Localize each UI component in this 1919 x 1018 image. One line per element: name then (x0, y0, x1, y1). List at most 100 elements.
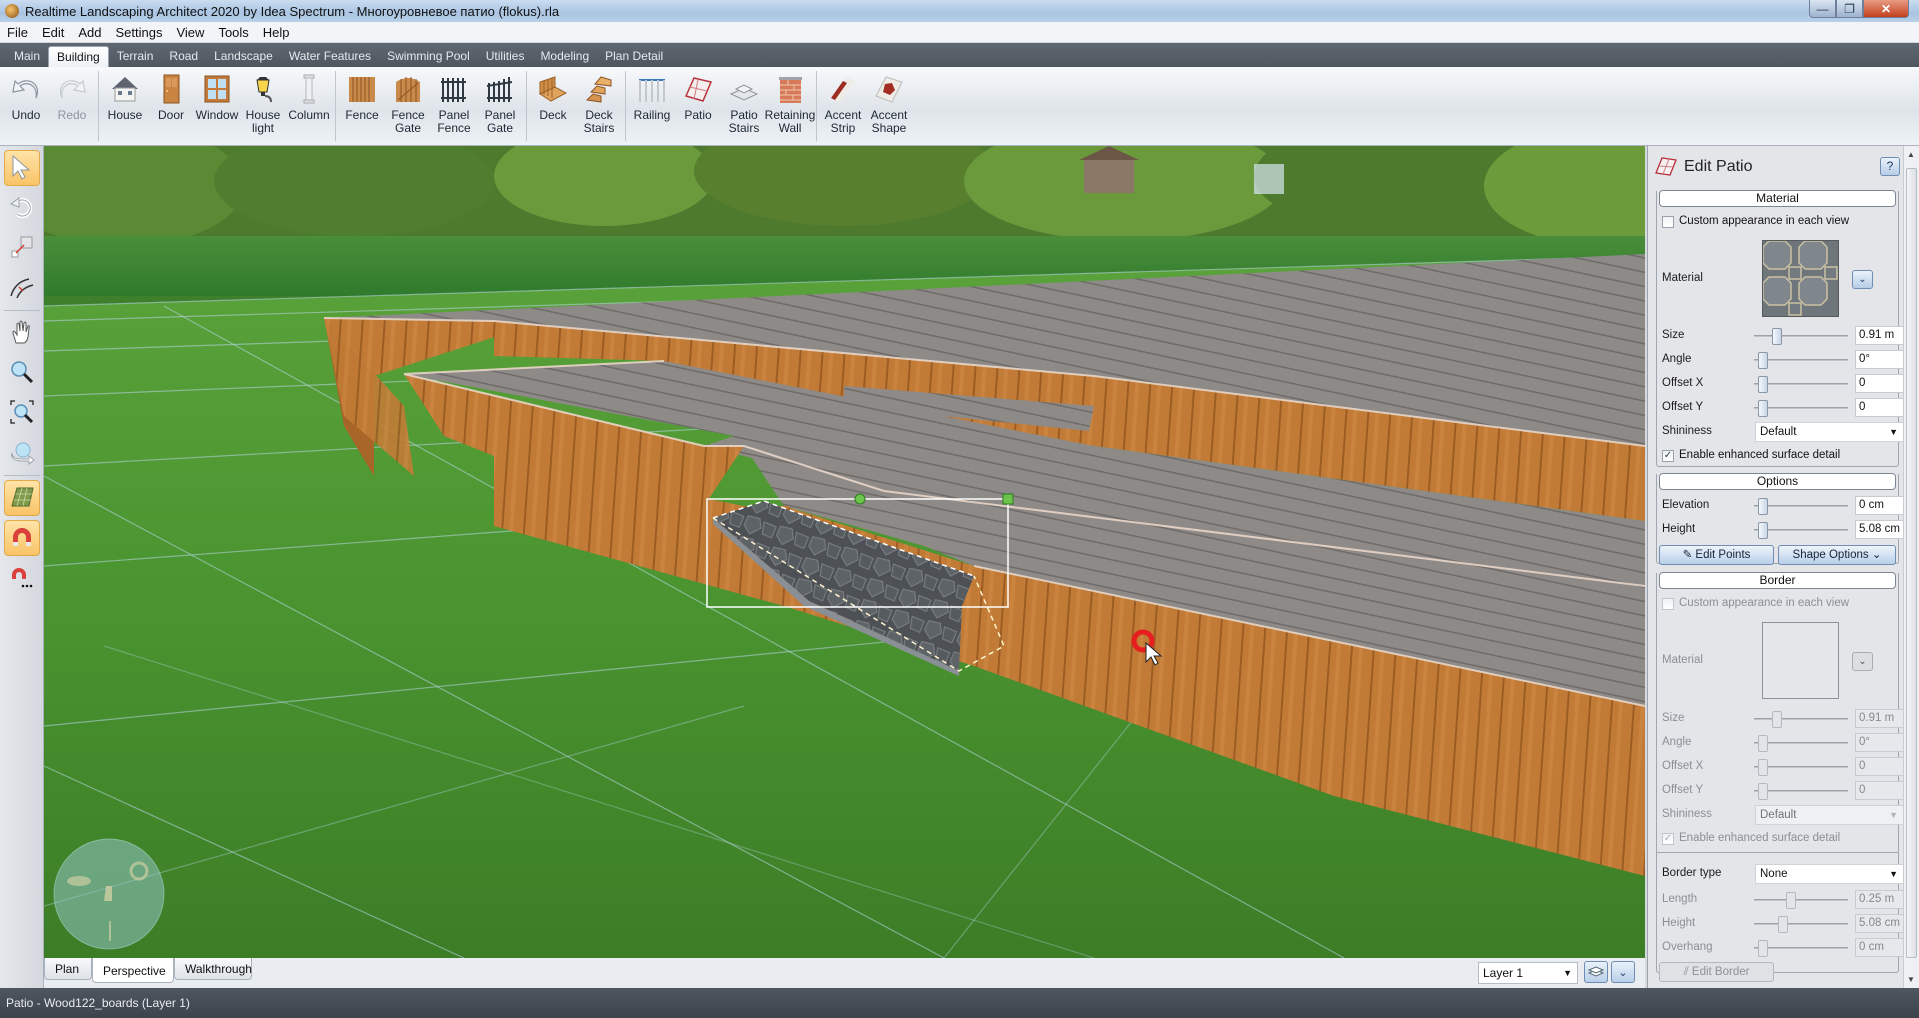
elevation-input[interactable]: 0 cm (1855, 496, 1904, 515)
border-overhang-slider[interactable] (1754, 940, 1848, 957)
layers-menu-button[interactable]: ⌄ (1611, 961, 1635, 983)
tab-water-features[interactable]: Water Features (281, 46, 379, 67)
border-enhanced-detail[interactable]: ✓ Enable enhanced surface detail (1662, 830, 1894, 850)
tab-main[interactable]: Main (6, 46, 48, 67)
border-angle-input[interactable]: 0° (1855, 733, 1904, 752)
slider-knob[interactable] (1758, 783, 1769, 800)
tab-plan-detail[interactable]: Plan Detail (597, 46, 671, 67)
edit-points-button[interactable]: ✎ Edit Points (1659, 545, 1774, 565)
snap-options[interactable] (4, 560, 40, 596)
tab-landscape[interactable]: Landscape (206, 46, 281, 67)
border-offset-y-slider[interactable] (1754, 783, 1848, 800)
undo-button[interactable]: Undo (3, 67, 49, 122)
offset-x-slider[interactable] (1754, 376, 1848, 393)
tab-walkthrough[interactable]: Walkthrough (174, 958, 252, 980)
menu-add[interactable]: Add (71, 25, 108, 40)
slider-knob[interactable] (1758, 400, 1769, 417)
slider-knob[interactable] (1777, 916, 1788, 933)
window-button[interactable]: Window (194, 67, 240, 122)
angle-slider[interactable] (1754, 352, 1848, 369)
menu-view[interactable]: View (169, 25, 211, 40)
close-button[interactable]: ✕ (1863, 0, 1909, 18)
deck-button[interactable]: Deck (530, 67, 576, 122)
border-angle-slider[interactable] (1754, 735, 1848, 752)
border-type-select[interactable]: None ▼ (1755, 864, 1904, 884)
slider-knob[interactable] (1758, 498, 1769, 515)
tab-building[interactable]: Building (48, 46, 109, 67)
tab-plan[interactable]: Plan (44, 958, 92, 980)
help-button[interactable]: ? (1880, 157, 1900, 176)
select-tool[interactable] (4, 150, 40, 186)
tab-perspective[interactable]: Perspective (92, 958, 174, 983)
layers-button[interactable] (1584, 961, 1608, 983)
tab-modeling[interactable]: Modeling (532, 46, 597, 67)
patio-stairs-button[interactable]: Patio Stairs (721, 67, 767, 135)
rotate-handle[interactable] (854, 493, 866, 505)
shininess-select[interactable]: Default ▼ (1755, 422, 1904, 442)
patio-button[interactable]: Patio (675, 67, 721, 122)
curve-tool[interactable] (4, 270, 40, 306)
height-slider[interactable] (1754, 522, 1848, 539)
checkbox[interactable]: ✓ (1662, 450, 1674, 462)
tab-swimming-pool[interactable]: Swimming Pool (379, 46, 478, 67)
slider-knob[interactable] (1758, 376, 1769, 393)
material-thumbnail[interactable] (1762, 240, 1839, 317)
offset-y-slider[interactable] (1754, 400, 1848, 417)
grid-toggle[interactable] (4, 480, 40, 516)
scroll-up-icon[interactable]: ▲ (1907, 150, 1915, 159)
border-offset-y-input[interactable]: 0 (1855, 781, 1904, 800)
fence-button[interactable]: Fence (339, 67, 385, 122)
shape-options-button[interactable]: Shape Options ⌄ (1778, 545, 1896, 565)
orbit-tool[interactable] (4, 435, 40, 471)
angle-input[interactable]: 0° (1855, 350, 1904, 369)
snap-toggle[interactable] (4, 520, 40, 556)
size-slider[interactable] (1754, 328, 1848, 345)
elevation-slider[interactable] (1754, 498, 1848, 515)
material-enhanced-detail[interactable]: ✓ Enable enhanced surface detail (1662, 447, 1894, 467)
slider-knob[interactable] (1758, 759, 1769, 776)
slider-knob[interactable] (1758, 940, 1769, 957)
edit-border-button[interactable]: ⫽ Edit Border (1659, 962, 1774, 982)
deck-stairs-button[interactable]: Deck Stairs (576, 67, 622, 135)
slider-knob[interactable] (1758, 352, 1769, 369)
redo-button[interactable]: Redo (49, 67, 95, 122)
checkbox[interactable]: ✓ (1662, 833, 1674, 845)
door-button[interactable]: Door (148, 67, 194, 122)
minimize-button[interactable]: — (1809, 0, 1836, 18)
accent-strip-button[interactable]: Accent Strip (820, 67, 866, 135)
scroll-down-icon[interactable]: ▼ (1907, 975, 1915, 984)
panel-gate-button[interactable]: Panel Gate (477, 67, 523, 135)
slider-knob[interactable] (1758, 735, 1769, 752)
panel-fence-button[interactable]: Panel Fence (431, 67, 477, 135)
border-size-slider[interactable] (1754, 711, 1848, 728)
slider-knob[interactable] (1758, 522, 1769, 539)
scrollbar-thumb[interactable] (1906, 168, 1917, 958)
pan-tool[interactable] (4, 315, 40, 351)
border-height-slider[interactable] (1754, 916, 1848, 933)
navigation-widget[interactable] (53, 838, 165, 950)
checkbox[interactable] (1662, 598, 1674, 610)
house-button[interactable]: House (102, 67, 148, 122)
house-light-button[interactable]: House light (240, 67, 286, 135)
border-height-input[interactable]: 5.08 cm (1855, 914, 1904, 933)
border-material-dropdown-button[interactable]: ⌄ (1852, 652, 1873, 671)
border-size-input[interactable]: 0.91 m (1855, 709, 1904, 728)
material-dropdown-button[interactable]: ⌄ (1852, 270, 1873, 289)
rotate-tool[interactable] (4, 190, 40, 226)
menu-file[interactable]: File (0, 25, 35, 40)
border-offset-x-slider[interactable] (1754, 759, 1848, 776)
panel-scrollbar[interactable]: ▲ ▼ (1903, 146, 1919, 988)
offset-y-input[interactable]: 0 (1855, 398, 1904, 417)
border-shininess-select[interactable]: Default ▼ (1755, 805, 1904, 825)
zoom-tool[interactable] (4, 355, 40, 391)
menu-tools[interactable]: Tools (211, 25, 255, 40)
border-length-input[interactable]: 0.25 m (1855, 890, 1904, 909)
fence-gate-button[interactable]: Fence Gate (385, 67, 431, 135)
tab-road[interactable]: Road (161, 46, 206, 67)
border-offset-x-input[interactable]: 0 (1855, 757, 1904, 776)
perspective-viewport[interactable] (44, 146, 1645, 958)
size-input[interactable]: 0.91 m (1855, 326, 1904, 345)
layer-select[interactable]: Layer 1 ▼ (1478, 962, 1578, 984)
height-input[interactable]: 5.08 cm (1855, 520, 1904, 539)
zoom-region-tool[interactable] (4, 395, 40, 431)
